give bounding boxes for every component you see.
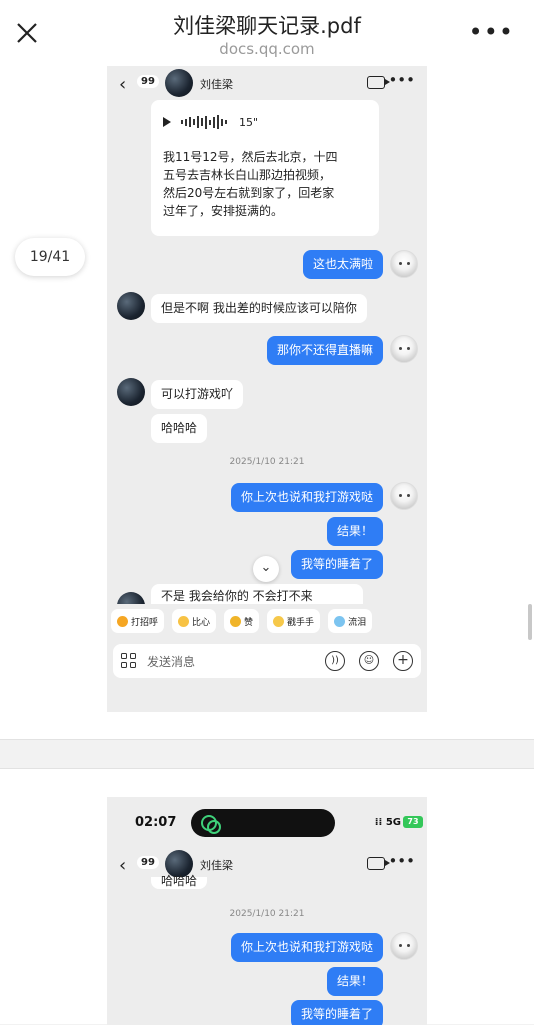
message-bubble[interactable]: 我等的睡着了 [290, 550, 383, 579]
partial-message: 哈哈哈 [151, 875, 208, 889]
quick-reply-chip[interactable]: 打招呼 [111, 609, 165, 633]
message-bubble[interactable]: 可以打游戏吖 [151, 380, 244, 409]
crying-emoji-icon [334, 615, 346, 627]
document-source: docs.qq.com [219, 40, 315, 58]
emoji-icon[interactable]: ☺ [359, 651, 379, 671]
voice-icon[interactable]: )) [325, 651, 345, 671]
voice-message[interactable]: 15" 我11号12号，然后去北京，十四 五号去吉林长白山那边拍视频， 然后20… [151, 100, 379, 236]
back-chevron-icon[interactable]: ‹ [119, 74, 126, 95]
scroll-down-icon[interactable]: ⌄ [253, 556, 279, 582]
wave-emoji-icon [117, 615, 128, 627]
message-bubble[interactable]: 这也太满啦 [302, 250, 383, 279]
waveform-icon [181, 115, 227, 129]
chat-screenshot: ‹ 99 刘佳梁 ••• 15" 我11号12号，然后去北京，十四 五号去吉林长… [107, 66, 427, 712]
play-icon[interactable] [163, 117, 171, 127]
message-bubble[interactable]: 你上次也说和我打游戏哒 [230, 933, 383, 962]
quick-reply-chip[interactable]: 流泪 [328, 609, 373, 633]
battery-icon: 73 [403, 816, 423, 828]
pdf-page: 02:07 ⁞⁞ 5G 73 ‹ 99 刘佳梁 ••• 哈哈哈 2025/1/1… [0, 768, 534, 1025]
status-time: 02:07 [135, 815, 177, 830]
video-call-icon[interactable] [367, 76, 390, 89]
thumbs-up-emoji-icon [230, 615, 242, 627]
scrollbar-thumb[interactable] [528, 604, 532, 640]
link-icon [201, 815, 221, 834]
document-title: 刘佳梁聊天记录.pdf [173, 14, 361, 38]
voice-transcript: 我11号12号，然后去北京，十四 五号去吉林长白山那边拍视频， 然后20号左右就… [163, 150, 338, 218]
chat-more-icon[interactable]: ••• [388, 851, 415, 871]
message-bubble[interactable]: 结果！ [326, 517, 383, 546]
contact-name: 刘佳梁 [200, 78, 233, 91]
message-bubble[interactable]: 你上次也说和我打游戏哒 [230, 483, 383, 512]
contact-avatar[interactable] [117, 378, 145, 406]
message-bubble[interactable]: 哈哈哈 [151, 414, 208, 443]
chat-more-icon[interactable]: ••• [388, 70, 415, 90]
viewer-top-bar: 刘佳梁聊天记录.pdf docs.qq.com ••• [0, 0, 534, 66]
timestamp: 2025/1/10 21:21 [229, 457, 305, 467]
chat-header: ‹ 99 刘佳梁 ••• [107, 66, 427, 102]
message-bubble[interactable]: 那你不还得直播嘛 [266, 336, 383, 365]
contact-name: 刘佳梁 [200, 859, 233, 872]
message-input[interactable]: 发送消息 [147, 653, 195, 670]
partial-message: 不是 我会给你的 不会打不来 [151, 584, 363, 604]
back-chevron-icon[interactable]: ‹ [119, 855, 126, 876]
my-avatar[interactable] [390, 335, 418, 363]
unread-badge: 99 [137, 856, 159, 869]
quick-reply-bar: 打招呼 比心 赞 戳手手 流泪 [107, 604, 427, 638]
quick-reply-chip[interactable]: 戳手手 [267, 609, 321, 633]
message-bubble[interactable]: 我等的睡着了 [290, 1000, 383, 1025]
video-call-icon[interactable] [367, 857, 390, 870]
my-avatar[interactable] [390, 250, 418, 278]
message-bubble[interactable]: 但是不啊 我出差的时候应该可以陪你 [151, 294, 367, 323]
timestamp: 2025/1/10 21:21 [229, 909, 305, 919]
poke-emoji-icon [273, 615, 285, 627]
message-input-bar: 发送消息 )) ☺ + [113, 644, 421, 678]
page-indicator: 19/41 [15, 238, 85, 276]
contact-avatar[interactable] [165, 69, 193, 97]
phone-status-bar: 02:07 ⁞⁞ 5G 73 [107, 797, 427, 849]
quick-reply-chip[interactable]: 赞 [224, 609, 260, 633]
quick-reply-chip[interactable]: 比心 [172, 609, 217, 633]
contact-avatar[interactable] [117, 292, 145, 320]
my-avatar[interactable] [390, 932, 418, 960]
my-avatar[interactable] [390, 482, 418, 510]
plus-icon[interactable]: + [393, 651, 413, 671]
heart-emoji-icon [178, 615, 190, 627]
voice-duration: 15" [239, 115, 259, 129]
unread-badge: 99 [137, 75, 159, 88]
pdf-page: 19/41 ‹ 99 刘佳梁 ••• 15" 我11号12号，然后去北京，十四 … [0, 66, 534, 740]
signal-indicator: ⁞⁞ 5G [374, 817, 401, 828]
more-dots-icon[interactable]: ••• [469, 20, 514, 44]
dynamic-island [191, 809, 335, 837]
apps-grid-icon[interactable] [121, 653, 137, 669]
message-bubble[interactable]: 结果！ [326, 967, 383, 996]
chat-screenshot: 02:07 ⁞⁞ 5G 73 ‹ 99 刘佳梁 ••• 哈哈哈 2025/1/1… [107, 797, 427, 1025]
